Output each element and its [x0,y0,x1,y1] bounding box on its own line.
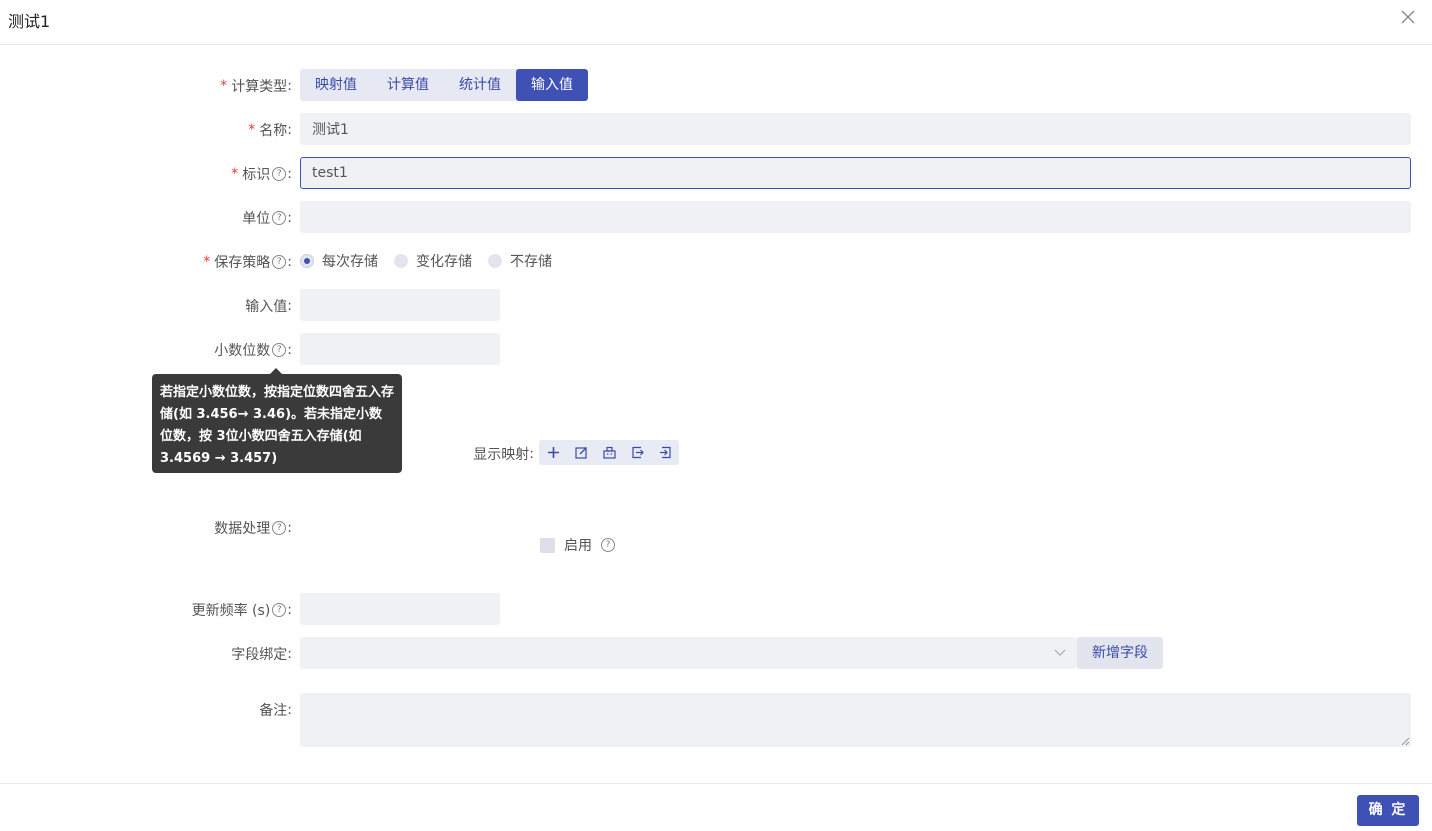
chevron-down-icon [1054,649,1066,656]
field-binding-label: 字段绑定: [231,646,292,663]
calc-type-segmented: 映射值 计算值 统计值 输入值 [300,69,588,101]
remark-textarea[interactable] [300,693,1411,747]
help-icon[interactable]: ? [601,538,615,552]
help-icon[interactable]: ? [272,521,287,535]
ident-label: * 标识?: [231,166,292,183]
calc-type-option-mapping[interactable]: 映射值 [300,69,372,101]
help-icon[interactable]: ? [272,343,287,357]
display-mapping-label: 显示映射: [473,446,534,463]
save-policy-radio-group: 每次存储 变化存储 不存储 [300,252,568,270]
radio-dot [300,254,314,268]
dialog-title: 测试1 [8,12,51,31]
building-icon[interactable] [595,440,623,465]
enable-checkbox[interactable] [540,537,555,553]
remark-label: 备注: [259,702,292,719]
update-freq-label: 更新频率 (s)?: [191,602,292,619]
calc-type-option-stat[interactable]: 统计值 [444,69,516,101]
decimals-tooltip: 若指定小数位数，按指定位数四舍五入存储(如 3.456→ 3.46)。若未指定小… [152,368,402,473]
calc-type-label: * 计算类型: [220,78,292,95]
edit-icon[interactable] [567,440,595,465]
calc-type-option-calc[interactable]: 计算值 [372,69,444,101]
unit-input[interactable] [300,201,1411,233]
update-freq-field[interactable] [300,593,500,625]
close-icon[interactable] [1399,8,1417,26]
help-icon[interactable]: ? [272,255,287,269]
decimals-field[interactable] [300,333,500,365]
radio-no-save[interactable]: 不存储 [488,251,552,271]
help-icon[interactable]: ? [272,167,287,181]
help-icon[interactable]: ? [272,603,287,617]
name-label: * 名称: [248,122,292,139]
name-input[interactable]: 测试1 [300,113,1411,145]
radio-change-save[interactable]: 变化存储 [394,251,472,271]
unit-label: 单位?: [242,210,292,227]
import-icon[interactable] [651,440,679,465]
input-value-label: 输入值: [245,298,292,315]
calc-type-option-input[interactable]: 输入值 [516,69,588,101]
dialog-footer [0,783,1432,784]
input-value-field[interactable] [300,289,500,321]
add-field-button[interactable]: 新增字段 [1077,637,1163,669]
radio-dot [394,254,408,268]
data-processing-label: 数据处理?: [214,520,292,537]
radio-every-save[interactable]: 每次存储 [300,251,378,271]
save-policy-label: * 保存策略?: [203,254,292,271]
enable-label: 启用 [564,538,592,554]
display-mapping-toolbar [539,440,679,465]
export-icon[interactable] [623,440,651,465]
plus-icon[interactable] [539,440,567,465]
decimals-label: 小数位数?: [214,342,292,359]
resize-handle-icon[interactable] [1400,736,1410,746]
confirm-button[interactable]: 确 定 [1357,795,1419,826]
ident-input[interactable]: test1 [300,157,1411,189]
dialog-header: 测试1 [0,0,1432,45]
radio-dot [488,254,502,268]
field-binding-select[interactable] [300,637,1077,669]
enable-checkbox-row: 启用 ? [540,535,616,555]
help-icon[interactable]: ? [272,211,287,225]
